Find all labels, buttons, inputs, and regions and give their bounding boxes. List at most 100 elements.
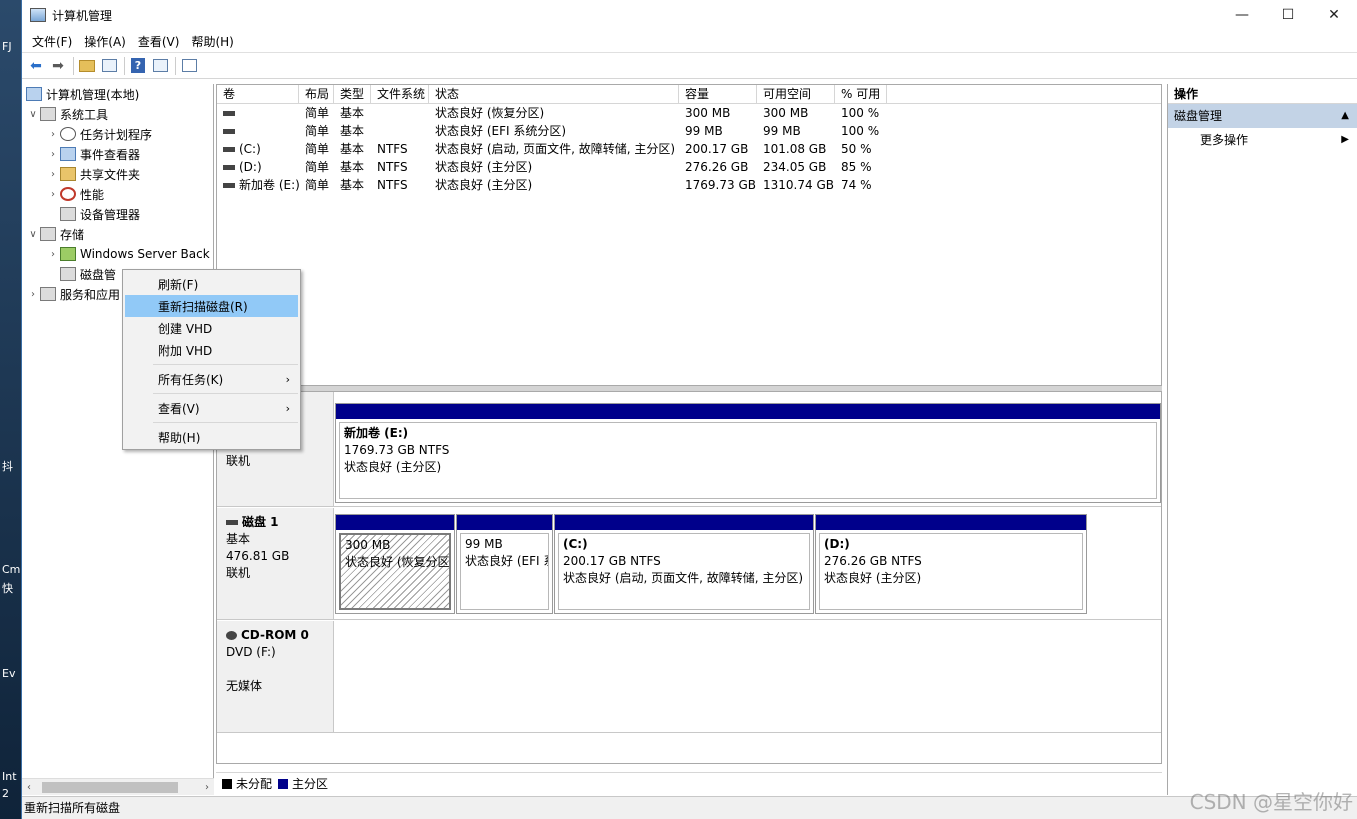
tree-performance[interactable]: › 性能: [22, 184, 213, 204]
properties-icon[interactable]: [179, 56, 199, 76]
table-row[interactable]: (C:) 简单 基本 NTFS 状态良好 (启动, 页面文件, 故障转储, 主分…: [217, 140, 1161, 158]
tree-horizontal-scrollbar[interactable]: ‹ ›: [22, 778, 214, 795]
table-row[interactable]: (D:) 简单 基本 NTFS 状态良好 (主分区) 276.26 GB 234…: [217, 158, 1161, 176]
partition-efi[interactable]: 99 MB 状态良好 (EFI 系: [456, 514, 553, 614]
table-cell: 基本: [340, 160, 365, 174]
menu-file[interactable]: 文件(F): [26, 33, 78, 50]
menu-help[interactable]: 帮助(H): [185, 33, 239, 50]
table-cell: 300 MB: [685, 106, 731, 120]
title-bar[interactable]: 计算机管理 — ☐ ✕: [22, 0, 1357, 30]
chevron-down-icon[interactable]: ∨: [26, 229, 40, 240]
chevron-right-icon[interactable]: ›: [46, 169, 60, 180]
tree-event-viewer[interactable]: › 事件查看器: [22, 144, 213, 164]
window-title: 计算机管理: [52, 8, 113, 23]
volume-list: 卷 布局 类型 文件系统 状态 容量 可用空间 % 可用 简单 基本 状态良好 …: [216, 84, 1162, 386]
column-header-status[interactable]: 状态: [429, 85, 679, 103]
back-arrow-icon[interactable]: ⬅: [26, 56, 46, 76]
menu-item-all-tasks[interactable]: 所有任务(K) ›: [123, 368, 300, 390]
primary-partition-bar: [336, 515, 454, 530]
chevron-right-icon[interactable]: ›: [46, 249, 60, 260]
tree-system-tools[interactable]: ∨ 系统工具: [22, 104, 213, 124]
menu-item-rescan-disks[interactable]: 重新扫描磁盘(R): [125, 295, 298, 317]
volume-icon: [223, 147, 235, 152]
disk-status: 联机: [226, 566, 251, 580]
volume-icon: [223, 165, 235, 170]
desktop-label: Cm: [2, 563, 21, 576]
table-cell: 状态良好 (恢复分区): [435, 106, 545, 120]
chevron-down-icon[interactable]: ∨: [26, 109, 40, 120]
tree-root[interactable]: 计算机管理(本地): [22, 84, 213, 104]
partition-d[interactable]: (D:) 276.26 GB NTFS 状态良好 (主分区): [815, 514, 1087, 614]
collapse-arrow-icon[interactable]: ▲: [1341, 104, 1349, 128]
table-cell: 基本: [340, 142, 365, 156]
column-header-filesystem[interactable]: 文件系统: [371, 85, 429, 103]
menu-view[interactable]: 查看(V): [132, 33, 186, 50]
menu-item-create-vhd[interactable]: 创建 VHD: [123, 317, 300, 339]
partition-c[interactable]: (C:) 200.17 GB NTFS 状态良好 (启动, 页面文件, 故障转储…: [554, 514, 814, 614]
partition-name: 新加卷 (E:): [344, 426, 409, 440]
table-cell: 85 %: [841, 160, 872, 174]
table-row[interactable]: 简单 基本 状态良好 (恢复分区) 300 MB 300 MB 100 %: [217, 104, 1161, 122]
column-header-type[interactable]: 类型: [334, 85, 371, 103]
column-header-free-space[interactable]: 可用空间: [757, 85, 835, 103]
up-folder-icon[interactable]: [77, 56, 97, 76]
partition-e[interactable]: 新加卷 (E:) 1769.73 GB NTFS 状态良好 (主分区): [335, 403, 1161, 503]
action-pane: 操作 磁盘管理 ▲ 更多操作 ▶: [1167, 84, 1357, 795]
menu-item-view[interactable]: 查看(V) ›: [123, 397, 300, 419]
menu-bar: 文件(F) 操作(A) 查看(V) 帮助(H): [22, 30, 1357, 52]
minimize-button[interactable]: —: [1219, 0, 1265, 30]
chevron-right-icon[interactable]: ›: [46, 189, 60, 200]
scroll-left-icon[interactable]: ‹: [27, 782, 31, 793]
menu-item-attach-vhd[interactable]: 附加 VHD: [123, 339, 300, 361]
scroll-thumb[interactable]: [42, 781, 178, 793]
cell-text: (D:): [239, 160, 262, 174]
watermark: CSDN @星空你好: [1189, 790, 1353, 814]
maximize-button[interactable]: ☐: [1265, 0, 1311, 30]
disk-row-cdrom[interactable]: CD-ROM 0 DVD (F:) 无媒体: [217, 621, 1161, 733]
menu-item-help[interactable]: 帮助(H): [123, 426, 300, 448]
backup-icon: [60, 247, 76, 261]
tree-task-scheduler[interactable]: › 任务计划程序: [22, 124, 213, 144]
forward-arrow-icon[interactable]: ➡: [48, 56, 68, 76]
chevron-right-icon[interactable]: ›: [46, 129, 60, 140]
disk-name-row: 磁盘 1: [226, 514, 333, 531]
column-header-volume[interactable]: 卷: [217, 85, 299, 103]
cd-icon: [226, 631, 237, 640]
table-cell: 234.05 GB: [763, 160, 827, 174]
action-section-disk-management[interactable]: 磁盘管理 ▲: [1168, 104, 1357, 128]
chevron-right-icon[interactable]: ›: [46, 149, 60, 160]
scroll-right-icon[interactable]: ›: [205, 782, 209, 793]
help-icon[interactable]: ?: [128, 56, 148, 76]
menu-item-refresh[interactable]: 刷新(F): [123, 273, 300, 295]
status-text: 重新扫描所有磁盘: [24, 801, 121, 815]
show-hide-tree-icon[interactable]: [99, 56, 119, 76]
toolbar-separator: [124, 56, 125, 75]
desktop-label: 快: [2, 582, 13, 595]
table-cell: 50 %: [841, 142, 872, 156]
action-pane-icon[interactable]: [150, 56, 170, 76]
partition-status: 状态良好 (恢复分区: [345, 555, 450, 569]
partition-body: 新加卷 (E:) 1769.73 GB NTFS 状态良好 (主分区): [339, 422, 1157, 499]
disk-name: CD-ROM 0: [241, 628, 309, 642]
disk-row-disk1[interactable]: 磁盘 1 基本 476.81 GB 联机 300 MB 状态良好 (恢复分区 9…: [217, 508, 1161, 620]
table-row[interactable]: 新加卷 (E:) 简单 基本 NTFS 状态良好 (主分区) 1769.73 G…: [217, 176, 1161, 194]
chevron-right-icon[interactable]: ›: [26, 289, 40, 300]
tree-windows-server-backup[interactable]: › Windows Server Back: [22, 244, 213, 264]
table-cell: 1310.74 GB: [763, 178, 834, 192]
close-button[interactable]: ✕: [1311, 0, 1357, 30]
tree-device-manager[interactable]: 设备管理器: [22, 204, 213, 224]
action-more-actions[interactable]: 更多操作 ▶: [1168, 128, 1357, 152]
partition-recovery[interactable]: 300 MB 状态良好 (恢复分区: [335, 514, 455, 614]
table-cell: 基本: [340, 124, 365, 138]
desktop-label: Ev: [2, 667, 16, 680]
table-row[interactable]: 简单 基本 状态良好 (EFI 系统分区) 99 MB 99 MB 100 %: [217, 122, 1161, 140]
tree-label: 服务和应用: [60, 287, 121, 302]
column-header-layout[interactable]: 布局: [299, 85, 334, 103]
menu-action[interactable]: 操作(A): [78, 33, 132, 50]
column-header-capacity[interactable]: 容量: [679, 85, 757, 103]
tree-shared-folders[interactable]: › 共享文件夹: [22, 164, 213, 184]
disk-row-disk0[interactable]: 1769.73 GB 联机 新加卷 (E:) 1769.73 GB NTFS 状…: [217, 392, 1161, 507]
tree-storage[interactable]: ∨ 存储: [22, 224, 213, 244]
column-header-percent-free[interactable]: % 可用: [835, 85, 887, 103]
volume-cell: [217, 122, 299, 140]
